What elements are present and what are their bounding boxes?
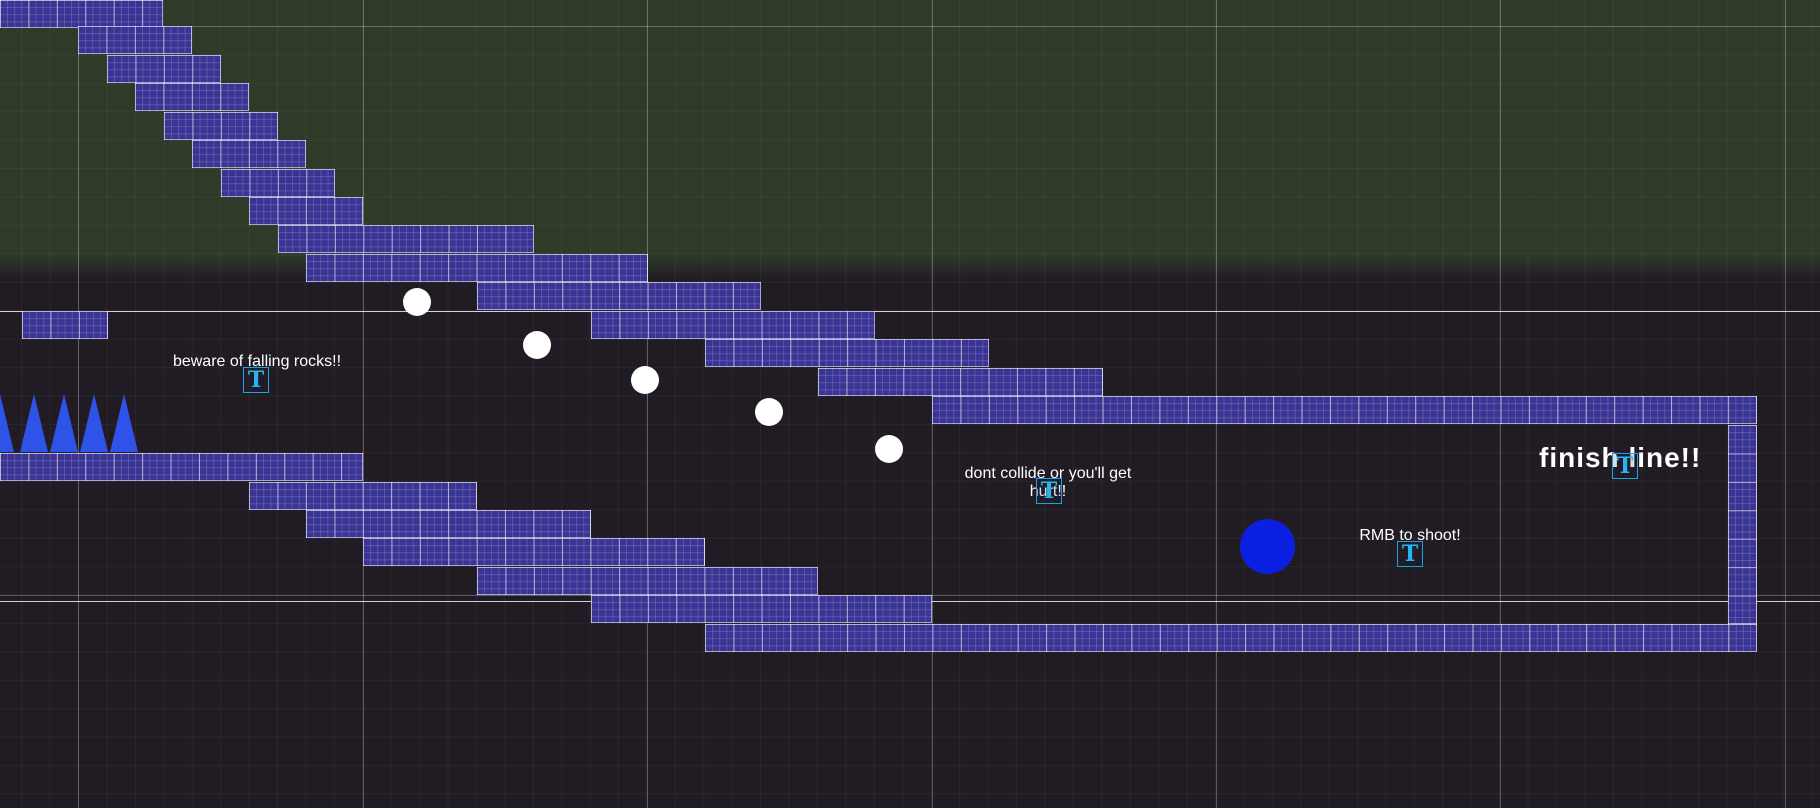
spike-hazard — [50, 394, 78, 452]
text-trigger-icon[interactable]: T — [243, 367, 269, 393]
text-trigger-icon[interactable]: T — [1397, 541, 1423, 567]
player-ball[interactable] — [1240, 519, 1295, 574]
wall-tile-row — [78, 26, 192, 55]
wall-tile-row — [192, 140, 306, 169]
falling-rock — [755, 398, 783, 426]
wall-tile-row — [477, 282, 761, 311]
grid-guide-horizontal — [0, 26, 1820, 27]
falling-rock — [631, 366, 659, 394]
wall-tile-row — [306, 254, 648, 283]
floor-tile-row — [306, 510, 591, 539]
floating-block — [22, 311, 108, 340]
grid-guide-vertical — [363, 0, 364, 808]
spike-hazard — [0, 394, 14, 452]
floor-tile-row — [363, 538, 705, 567]
wall-tile-row — [221, 169, 335, 198]
grid-guide-vertical — [1785, 0, 1786, 808]
text-trigger-icon[interactable]: T — [1036, 478, 1062, 504]
floor-tile-row — [249, 482, 477, 511]
wall-tile-row — [591, 311, 875, 340]
wall-tile-row — [705, 339, 989, 368]
wall-tile-row — [135, 83, 249, 112]
wall-tile-row — [818, 368, 1103, 397]
floor-tile-row — [591, 595, 932, 624]
wall-tile-row — [164, 112, 278, 141]
spike-hazard — [20, 394, 48, 452]
spike-hazard — [110, 394, 138, 452]
falling-rock — [875, 435, 903, 463]
grid-guide-vertical — [647, 0, 648, 808]
wall-tile-row — [249, 197, 363, 226]
text-trigger-icon[interactable]: T — [1612, 453, 1638, 479]
falling-rock — [523, 331, 551, 359]
falling-rock — [403, 288, 431, 316]
wall-tile-row — [278, 225, 534, 254]
floor-tile-row — [0, 453, 363, 482]
wall-tile-row — [932, 396, 1757, 425]
floor-tile-row — [477, 567, 818, 596]
wall-tile-row — [107, 55, 221, 84]
spike-hazard — [80, 394, 108, 452]
finish-wall — [1728, 425, 1757, 624]
game-canvas[interactable]: beware of falling rocks!! dont collide o… — [0, 0, 1820, 808]
grid-guide-vertical — [78, 0, 79, 808]
wall-tile-row — [0, 0, 163, 29]
camera-bound-line — [0, 311, 1820, 312]
floor-tile-row — [705, 624, 1757, 653]
